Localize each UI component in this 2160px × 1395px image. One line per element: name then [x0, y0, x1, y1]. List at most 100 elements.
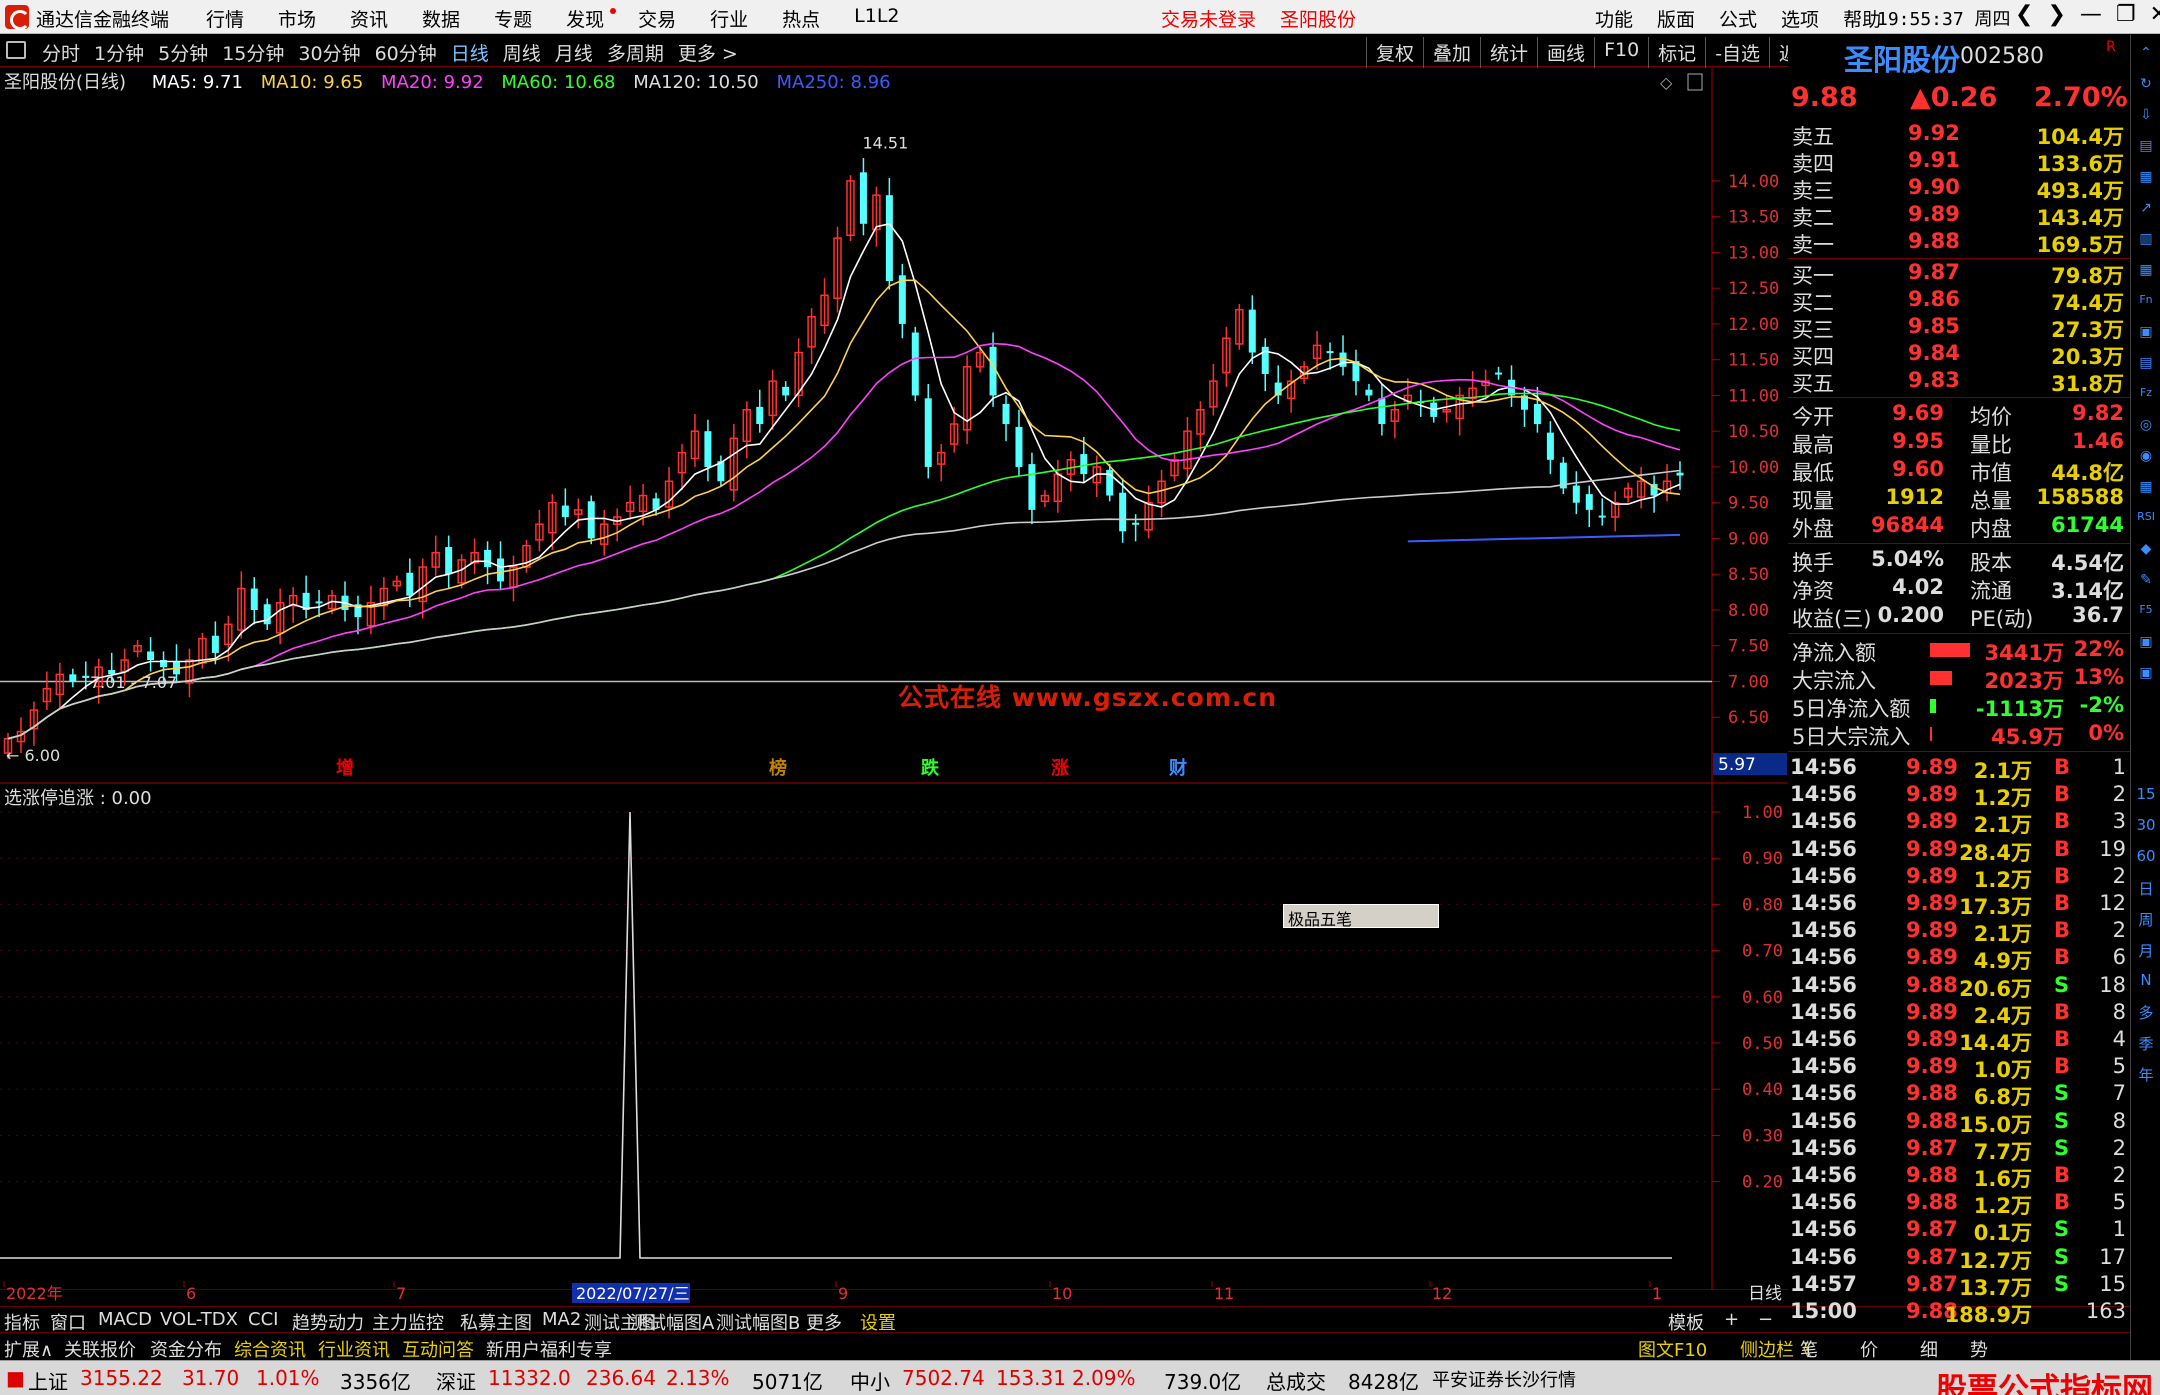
tool-diejia[interactable]: 叠加 [1423, 37, 1480, 68]
close-icon[interactable]: ✕ [2150, 2, 2160, 27]
extension-tab-right[interactable]: 价 [1860, 1336, 1878, 1362]
broker-label[interactable]: 平安证券长沙行情 [1432, 1366, 1576, 1392]
menu-gongshi[interactable]: 公式 [1719, 5, 1757, 32]
side-tool-icon[interactable]: ▤ [2136, 355, 2156, 375]
tab-1min[interactable]: 1分钟 [94, 39, 144, 66]
side-period-button[interactable]: 年 [2136, 1064, 2156, 1084]
side-tool-icon[interactable]: ✎ [2136, 572, 2156, 592]
menu-redian[interactable]: 热点 [782, 5, 820, 32]
tab-weekly[interactable]: 周线 [503, 39, 541, 66]
indicator-tab[interactable]: MACD [98, 1309, 152, 1330]
sz-label[interactable]: 深证 [436, 1366, 476, 1395]
tab-fenshi[interactable]: 分时 [42, 39, 80, 66]
extension-tab[interactable]: 行业资讯 [318, 1336, 390, 1362]
tool-f10[interactable]: F10 [1594, 37, 1648, 68]
side-period-button[interactable]: 15 [2136, 785, 2156, 805]
tool-huaxian[interactable]: 画线 [1537, 37, 1594, 68]
tab-5min[interactable]: 5分钟 [158, 39, 208, 66]
side-tool-icon[interactable]: ▣ [2136, 634, 2156, 654]
side-period-button[interactable]: 月 [2136, 940, 2156, 960]
tick-volume: 6.8万 [1973, 1085, 2032, 1110]
tab-monthly[interactable]: 月线 [555, 39, 593, 66]
side-tool-icon[interactable]: ▦ [2136, 169, 2156, 189]
indicator-tab[interactable]: VOL-TDX [160, 1309, 238, 1330]
extension-tab[interactable]: 关联报价 [64, 1336, 136, 1362]
side-tool-icon[interactable]: ↻ [2136, 76, 2156, 96]
side-period-button[interactable]: 60 [2136, 847, 2156, 867]
tab-more[interactable]: 更多 > [678, 39, 738, 66]
extension-tab[interactable]: 综合资讯 [234, 1336, 306, 1362]
side-tool-icon[interactable]: ▦ [2136, 479, 2156, 499]
menu-jiaoyi[interactable]: 交易 [638, 5, 676, 32]
tool-biaoji[interactable]: 标记 [1648, 37, 1705, 68]
side-tool-icon[interactable]: ▥ [2136, 231, 2156, 251]
side-tool-icon[interactable]: ◎ [2136, 417, 2156, 437]
tab-daily[interactable]: 日线 [451, 39, 489, 66]
side-period-button[interactable]: 周 [2136, 909, 2156, 929]
menu-gongneng[interactable]: 功能 [1595, 5, 1633, 32]
menu-shuju[interactable]: 数据 [422, 5, 460, 32]
indicator-tab-action[interactable]: − [1758, 1309, 1773, 1330]
indicator-tab[interactable]: MA2 [542, 1309, 581, 1330]
extension-tab[interactable]: 互动问答 [402, 1336, 474, 1362]
tick-volume: 14.4万 [1959, 1031, 2032, 1055]
layout-icon[interactable] [6, 41, 26, 59]
side-tool-icon[interactable]: F5 [2136, 603, 2156, 623]
extension-tab[interactable]: 资金分布 [150, 1336, 222, 1362]
extension-tab-right[interactable]: 势 [1970, 1336, 1988, 1362]
side-tool-icon[interactable]: ▦ [2136, 262, 2156, 282]
side-tool-icon[interactable]: ◆ [2136, 541, 2156, 561]
side-tool-icon[interactable]: Fz [2136, 386, 2156, 406]
login-status[interactable]: 交易未登录 [1161, 5, 1256, 32]
side-tool-icon[interactable]: ▤ [2136, 138, 2156, 158]
side-tool-icon[interactable]: ⌃ [2136, 45, 2156, 65]
main-kline-chart[interactable]: 14.00 13.50 13.00 12.50 12.00 11.50 11.00 10.50… [0, 68, 1788, 784]
side-tool-icon[interactable]: ⇩ [2136, 107, 2156, 127]
tab-multi-period[interactable]: 多周期 [607, 39, 664, 66]
side-period-button[interactable]: 季 [2136, 1033, 2156, 1053]
side-tool-icon[interactable]: ◉ [2136, 448, 2156, 468]
extension-tab[interactable]: 新用户福利专享 [486, 1336, 612, 1362]
tool-tongji[interactable]: 统计 [1480, 37, 1537, 68]
sh-label[interactable]: 上证 [28, 1366, 68, 1395]
back-icon[interactable]: ❮ [2015, 2, 2033, 27]
side-period-button[interactable]: 多 [2136, 1002, 2156, 1022]
ime-popup[interactable]: 极品五笔 [1283, 904, 1439, 929]
menu-zixun[interactable]: 资讯 [350, 5, 388, 32]
menu-banmian[interactable]: 版面 [1657, 5, 1695, 32]
side-tool-icon[interactable]: ↗ [2136, 200, 2156, 220]
zx-label[interactable]: 中小 [850, 1366, 890, 1395]
side-period-button[interactable]: 日 [2136, 878, 2156, 898]
menu-faxian[interactable]: 发现 [566, 5, 617, 32]
menu-hangqing[interactable]: 行情 [206, 5, 244, 32]
forward-icon[interactable]: ❯ [2047, 2, 2065, 27]
tool-fuquan[interactable]: 复权 [1366, 37, 1423, 68]
bid-price: 9.87 [1908, 260, 1960, 284]
extension-tab-right[interactable]: 笔 [1800, 1336, 1818, 1362]
indicator-tab[interactable]: CCI [248, 1309, 278, 1330]
extension-tab[interactable]: 扩展∧ [4, 1336, 53, 1362]
quote-label: 净资 [1792, 579, 1834, 603]
indicator-tab-action[interactable]: + [1724, 1309, 1739, 1330]
menu-shichang[interactable]: 市场 [278, 5, 316, 32]
menu-bangzhu[interactable]: 帮助 [1843, 5, 1881, 32]
menu-zhuanti[interactable]: 专题 [494, 5, 532, 32]
side-tool-icon[interactable]: ▣ [2136, 324, 2156, 344]
menu-l1l2[interactable]: L1L2 [854, 5, 899, 32]
extension-tab-right[interactable]: 细 [1920, 1336, 1938, 1362]
restore-icon[interactable]: ❐ [2116, 2, 2136, 27]
tab-60min[interactable]: 60分钟 [375, 39, 437, 66]
tool-zixuan[interactable]: -自选 [1705, 37, 1769, 68]
extension-tab-right[interactable]: 图文F10 [1638, 1336, 1707, 1362]
tab-30min[interactable]: 30分钟 [298, 39, 360, 66]
menu-xuanxiang[interactable]: 选项 [1781, 5, 1819, 32]
tab-15min[interactable]: 15分钟 [222, 39, 284, 66]
menu-hangye[interactable]: 行业 [710, 5, 748, 32]
side-period-button[interactable]: 30 [2136, 816, 2156, 836]
indicator-chart[interactable]: 1.00 0.90 0.80 0.70 0.60 0.50 0.40 0.30 0.20 [0, 784, 1788, 1290]
side-tool-icon[interactable]: RSI [2136, 510, 2156, 530]
side-period-button[interactable]: N [2136, 971, 2156, 991]
side-tool-icon[interactable]: Fn [2136, 293, 2156, 313]
side-tool-icon[interactable]: ▣ [2136, 665, 2156, 685]
minimize-icon[interactable]: — [2080, 2, 2102, 27]
